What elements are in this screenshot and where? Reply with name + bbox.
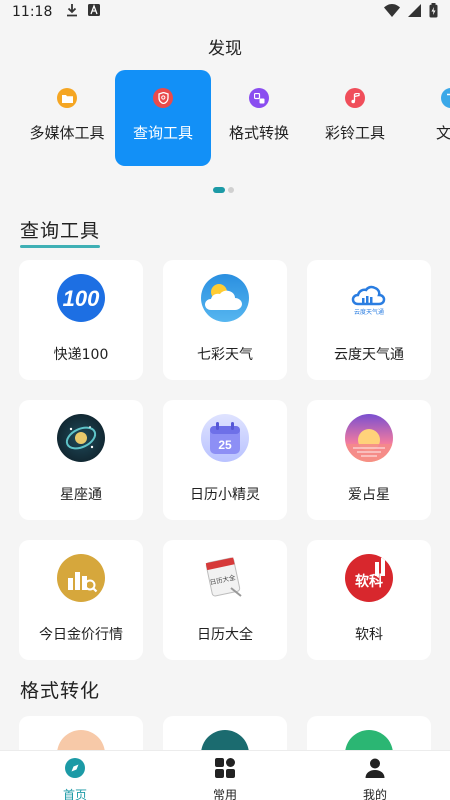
tool-card-gold-price[interactable]: 今日金价行情 — [19, 540, 143, 660]
shield-search-icon — [153, 88, 173, 108]
category-tab-multimedia[interactable]: 多媒体工具 — [19, 70, 115, 166]
user-icon — [364, 757, 386, 783]
section-underline — [20, 245, 101, 248]
compass-icon — [64, 757, 86, 783]
tab-frequent[interactable]: 常用 — [150, 751, 300, 800]
calendar-icon: 25 — [201, 414, 249, 462]
category-tab-text[interactable]: 文字 — [403, 70, 450, 166]
folder-icon — [57, 88, 77, 108]
tool-card-yundu-weather[interactable]: 云度天气通 云度天气通 — [307, 260, 431, 380]
category-tab-ringtone[interactable]: 彩铃工具 — [307, 70, 403, 166]
kuaidi100-icon: 100 — [57, 274, 105, 322]
tool-card-xingzuotong[interactable]: 星座通 — [19, 400, 143, 520]
text-icon — [441, 88, 450, 108]
svg-text:云度天气通: 云度天气通 — [354, 308, 384, 316]
battery-icon — [429, 2, 438, 22]
section-title-format: 格式转化 — [20, 680, 101, 702]
music-note-icon — [345, 88, 365, 108]
page-dot-active — [213, 187, 225, 193]
tear-calendar-icon: 日历大全 — [201, 554, 249, 602]
svg-text:软科: 软科 — [355, 573, 383, 590]
ruanke-icon: 软科 — [345, 554, 393, 602]
galaxy-icon — [57, 414, 105, 462]
grid-icon — [214, 757, 236, 783]
gold-chart-icon — [57, 554, 105, 602]
signal-icon — [408, 3, 421, 21]
category-tab-format-convert[interactable]: 格式转换 — [211, 70, 307, 166]
wifi-icon — [384, 3, 400, 21]
page-indicator — [213, 187, 234, 193]
download-icon — [66, 3, 78, 21]
category-tab-query[interactable]: 查询工具 — [115, 70, 211, 166]
tool-card-calendar-sprite[interactable]: 25 日历小精灵 — [163, 400, 287, 520]
font-icon — [88, 4, 101, 20]
tab-mine[interactable]: 我的 — [300, 751, 450, 800]
tool-card-aizhanxing[interactable]: 爱占星 — [307, 400, 431, 520]
weather-sun-cloud-icon — [201, 274, 249, 322]
svg-text:100: 100 — [63, 286, 100, 311]
tool-card-qicai-weather[interactable]: 七彩天气 — [163, 260, 287, 380]
page-dot — [228, 187, 234, 193]
status-bar: 11:18 — [0, 0, 450, 24]
tool-card-ruanke[interactable]: 软科 软科 — [307, 540, 431, 660]
page-title: 发现 — [208, 39, 242, 59]
tab-home[interactable]: 首页 — [0, 751, 150, 800]
category-strip[interactable]: 多媒体工具 查询工具 格式转换 彩铃工具 文字 — [0, 70, 450, 166]
tool-card-calendar-daquan[interactable]: 日历大全 日历大全 — [163, 540, 287, 660]
cloud-weather-icon: 云度天气通 — [345, 274, 393, 322]
status-time: 11:18 — [12, 4, 53, 20]
sunset-icon — [345, 414, 393, 462]
convert-icon — [249, 88, 269, 108]
bottom-tab-bar: 首页 常用 我的 — [0, 750, 450, 800]
svg-text:25: 25 — [218, 438, 232, 452]
tool-card-kuaidi100[interactable]: 100 快递100 — [19, 260, 143, 380]
section-title-query: 查询工具 — [20, 216, 101, 248]
